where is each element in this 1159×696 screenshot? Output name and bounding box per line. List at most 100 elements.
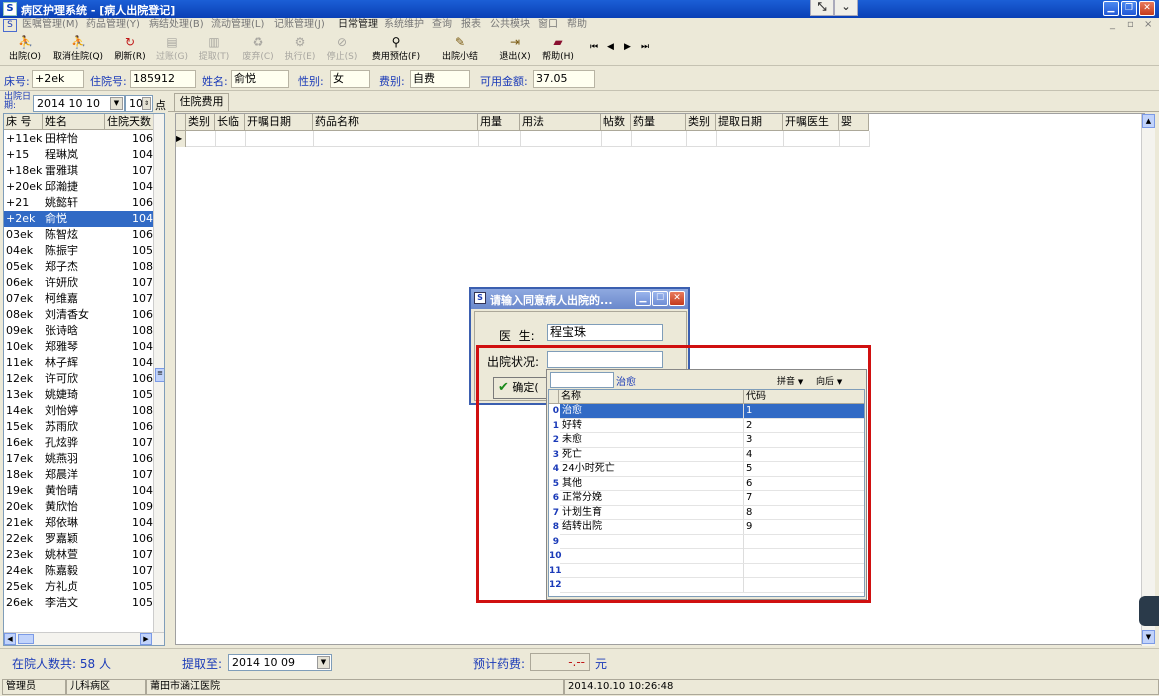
execute-button[interactable]: ⚙ 执行(E) (282, 35, 318, 65)
discharge-hour-spinner[interactable]: 10 ⇕ (125, 95, 153, 112)
post-button[interactable]: ▤ 过账(G) (154, 35, 190, 65)
sex-field[interactable]: 女 (330, 70, 370, 88)
scroll-left-icon[interactable]: ◀ (4, 633, 16, 645)
status-option-row[interactable] (560, 578, 864, 593)
patient-row[interactable]: 17ek 姚燕羽 106 (4, 451, 154, 467)
patient-row[interactable]: +21 姚懿轩 106 (4, 195, 154, 211)
maximize-icon[interactable]: ❐ (1121, 1, 1137, 16)
next-record-icon[interactable]: ▶ (624, 42, 631, 52)
column-header[interactable]: 药量 (631, 114, 686, 131)
discharge-button[interactable]: ⛹ 出院(O) (6, 35, 44, 65)
patient-row[interactable]: 23ek 姚林萱 107 (4, 547, 154, 563)
exit-button[interactable]: ⇥ 退出(X) (496, 35, 534, 65)
discharge-date-picker[interactable]: 2014 10 10 ▼ (33, 95, 125, 112)
menu-item[interactable]: 医嘱管理(M) (22, 18, 78, 33)
patient-row[interactable]: +2ek 俞悦 104 (4, 211, 154, 227)
patient-row[interactable]: 20ek 黄欣怡 109 (4, 499, 154, 515)
patient-row[interactable]: 08ek 刘清香女 106 (4, 307, 154, 323)
scroll-thumb[interactable] (18, 634, 34, 644)
discharge-status-field[interactable] (547, 351, 663, 368)
patient-row[interactable]: 16ek 孔炫骅 107 (4, 435, 154, 451)
menu-item[interactable]: 查询 (432, 18, 452, 33)
bed-field[interactable]: +2ek (32, 70, 84, 88)
status-option-row[interactable]: 正常分娩 7 (560, 491, 864, 506)
column-header[interactable]: 婴 (839, 114, 869, 131)
status-option-row[interactable]: 好转 2 (560, 418, 864, 433)
column-header[interactable]: 用法 (520, 114, 601, 131)
cancel-admission-button[interactable]: ⛹ 取消住院(Q) (50, 35, 106, 65)
menu-item[interactable]: 药品管理(Y) (86, 18, 140, 33)
last-record-icon[interactable]: ⏭ (641, 42, 649, 52)
restore-tab-icon[interactable]: ⤡ (810, 0, 834, 16)
chevron-down-icon[interactable]: ⌄ (834, 0, 858, 16)
first-record-icon[interactable]: ⏮ (590, 42, 598, 52)
scroll-up-icon[interactable]: ▲ (1142, 114, 1155, 128)
patient-row[interactable]: 22ek 罗嘉颖 106 (4, 531, 154, 547)
column-header[interactable]: 长临 (215, 114, 245, 131)
column-header[interactable]: 帖数 (601, 114, 631, 131)
discard-button[interactable]: ♻ 废弃(C) (238, 35, 278, 65)
dialog-maximize-icon[interactable]: ☐ (652, 291, 668, 306)
patient-row[interactable]: 12ek 许可欣 106 (4, 371, 154, 387)
status-option-row[interactable]: 计划生育 8 (560, 505, 864, 520)
menu-item[interactable]: 记账管理(J) (274, 18, 325, 33)
column-header[interactable]: 开嘱医生 (783, 114, 839, 131)
patient-row[interactable]: 26ek 李浩文 105 (4, 595, 154, 611)
patient-row[interactable]: +11ek 田梓怡 106 (4, 131, 154, 147)
name-field[interactable]: 俞悦 (231, 70, 289, 88)
dialog-close-icon[interactable]: ✕ (669, 291, 685, 306)
patient-row[interactable]: 18ek 郑晨洋 107 (4, 467, 154, 483)
pinyin-mode-button[interactable]: 拼音 ▼ (777, 374, 803, 387)
column-header-name[interactable]: 姓名 (43, 114, 105, 130)
patient-list[interactable]: 床 号 姓名 住院天数 +11ek 田梓怡 106 +15 程琳岚 104 +18ek 雷雅琪… (3, 113, 165, 646)
mdi-close-icon[interactable]: × (1144, 18, 1152, 33)
column-header[interactable]: 类别 (686, 114, 716, 131)
help-button[interactable]: ▰ 帮助(H) (539, 35, 577, 65)
column-header-bed[interactable]: 床 号 (4, 114, 43, 130)
tab-hospital-fees[interactable]: 住院费用 (174, 93, 229, 111)
status-option-row[interactable] (560, 549, 864, 564)
status-option-row[interactable] (560, 534, 864, 549)
mdi-minimize-icon[interactable]: _ (1110, 18, 1115, 33)
stop-button[interactable]: ⊘ 停止(S) (324, 35, 360, 65)
cost-estimate-button[interactable]: ⚲ 费用预估(F) (367, 35, 425, 65)
patient-row[interactable]: +15 程琳岚 104 (4, 147, 154, 163)
scroll-thumb[interactable]: ≡ (155, 368, 164, 382)
hospital-no-field[interactable]: 185912 (130, 70, 196, 88)
column-header-code[interactable]: 代码 (744, 390, 864, 404)
column-header[interactable]: 提取日期 (716, 114, 783, 131)
refresh-button[interactable]: ↻ 刷新(R) (112, 35, 148, 65)
dialog-minimize-icon[interactable]: ▁ (635, 291, 651, 306)
patient-row[interactable]: 06ek 许妍欣 107 (4, 275, 154, 291)
menu-item[interactable]: 系统维护 (384, 18, 424, 33)
close-icon[interactable]: ✕ (1139, 1, 1155, 16)
extract-button[interactable]: ▥ 提取(T) (196, 35, 232, 65)
patient-list-hscroll[interactable]: ◀ ▶ (4, 632, 164, 645)
column-header[interactable]: 开嘱日期 (245, 114, 313, 131)
doctor-field[interactable]: 程宝珠 (547, 324, 663, 341)
patient-row[interactable]: 21ek 郑依琳 104 (4, 515, 154, 531)
status-option-row[interactable]: 未愈 3 (560, 433, 864, 448)
menu-item[interactable]: 公共模块 (490, 18, 530, 33)
status-option-row[interactable]: 24小时死亡 5 (560, 462, 864, 477)
patient-row[interactable]: 19ek 黄怡晴 104 (4, 483, 154, 499)
column-header-name[interactable]: 名称 (559, 390, 744, 404)
status-option-row[interactable]: 结转出院 9 (560, 520, 864, 535)
patient-row[interactable]: 15ek 苏雨欣 106 (4, 419, 154, 435)
patient-row[interactable]: 11ek 林子辉 104 (4, 355, 154, 371)
column-header[interactable]: 用量 (478, 114, 520, 131)
status-grid[interactable]: 名称 代码 0 治愈 1 1 好转 2 2 未愈 3 3 死亡 4 4 24小时死亡 5 5 其他 6 6 正常分娩 7… (548, 389, 865, 597)
chevron-down-icon[interactable]: ▼ (317, 656, 330, 669)
chevron-down-icon[interactable]: ▼ (110, 97, 123, 110)
mdi-restore-icon[interactable]: ▫ (1127, 18, 1134, 33)
menu-item[interactable]: 报表 (461, 18, 481, 33)
patient-row[interactable]: 05ek 郑子杰 108 (4, 259, 154, 275)
side-float-widget[interactable] (1139, 596, 1159, 626)
menu-item[interactable]: 病结处理(B) (149, 18, 204, 33)
patient-row[interactable]: +20ek 邱瀚捷 104 (4, 179, 154, 195)
status-option-row[interactable]: 其他 6 (560, 476, 864, 491)
table-row[interactable]: ▶ (176, 131, 870, 147)
discharge-summary-button[interactable]: ✎ 出院小结 (438, 35, 482, 65)
available-amount-field[interactable]: 37.05 (533, 70, 595, 88)
menu-item[interactable]: 日常管理 (338, 18, 378, 33)
